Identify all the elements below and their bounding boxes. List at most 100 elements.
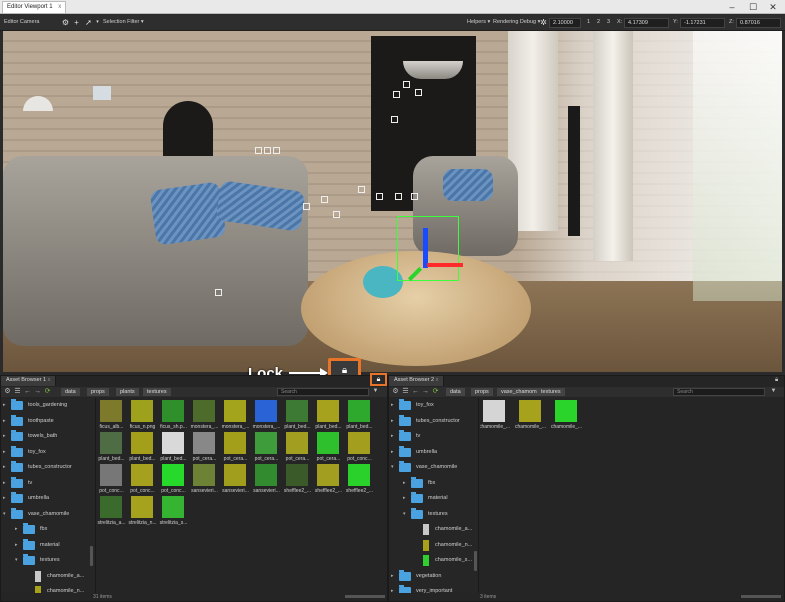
tree-item[interactable]: ▸ vegetation [389, 569, 478, 585]
chevron-down-icon[interactable]: ▾ [403, 511, 406, 517]
settings-gear-icon[interactable]: ⚙ [3, 387, 12, 396]
close-window-icon[interactable]: ✕ [765, 1, 781, 13]
tree-item[interactable]: ▾ vase_chamomile [1, 507, 95, 523]
filter-icon[interactable]: ▼ [769, 387, 778, 396]
tree-item[interactable]: ▸ fbx [1, 522, 95, 538]
tab-asset-browser-1[interactable]: Asset Browser 1 x [1, 376, 57, 386]
camera-selector[interactable]: Editor Camera [4, 19, 39, 25]
tree-item[interactable]: ▸ material [1, 538, 95, 554]
add-icon[interactable]: + [72, 18, 81, 27]
chevron-right-icon[interactable]: ▸ [3, 449, 6, 455]
node-icon[interactable] [333, 211, 340, 218]
node-icon[interactable] [273, 147, 280, 154]
tree-item[interactable]: chamomile_n... [389, 538, 478, 554]
asset-thumbnail[interactable]: chamomile_... [551, 400, 584, 437]
helpers-dropdown[interactable]: Helpers ▾ [467, 19, 490, 25]
chevron-down-icon[interactable]: ▾ [3, 511, 6, 517]
forward-arrow-icon[interactable]: → [421, 387, 430, 396]
tree-item[interactable]: ▸ tv [1, 476, 95, 492]
minimize-icon[interactable]: – [724, 1, 740, 13]
chevron-right-icon[interactable]: ▸ [403, 495, 406, 501]
selected-object-bounds[interactable] [397, 216, 459, 281]
tab-close-icon[interactable]: x [48, 377, 51, 383]
tree-item[interactable]: ▸ toothpaste [1, 414, 95, 430]
node-icon[interactable] [411, 193, 418, 200]
tree-item[interactable]: ▸ tools_gardening [1, 398, 95, 414]
chevron-right-icon[interactable]: ▸ [3, 495, 6, 501]
rendering-debug-dropdown[interactable]: Rendering Debug ▾ [493, 19, 540, 25]
chevron-right-icon[interactable]: ▸ [403, 480, 406, 486]
asset-thumbnail[interactable]: sansevieri... [222, 464, 253, 501]
page-3-button[interactable]: 3 [607, 19, 610, 25]
chevron-right-icon[interactable]: ▸ [391, 402, 394, 408]
node-icon[interactable] [255, 147, 262, 154]
chevron-down-icon[interactable]: ▾ [15, 557, 18, 563]
node-icon[interactable] [215, 289, 222, 296]
tab-asset-browser-2[interactable]: Asset Browser 2 x [389, 376, 445, 386]
breadcrumb-item[interactable]: props [471, 388, 493, 396]
camera-speed-field[interactable]: 2.10000 [549, 18, 581, 28]
chevron-right-icon[interactable]: ▸ [3, 402, 6, 408]
zoom-slider[interactable] [741, 595, 781, 598]
tab-close-icon[interactable]: x [436, 377, 439, 383]
y-coordinate-field[interactable]: -1.17231 [680, 18, 725, 28]
tree-item[interactable]: ▸ fbx [389, 476, 478, 492]
tree-item[interactable]: ▾ vase_chamomile [389, 460, 478, 476]
tree-item[interactable]: ▸ tubes_constructor [389, 414, 478, 430]
tree-item[interactable]: chamomile_a... [389, 522, 478, 538]
tree-item[interactable]: ▸ very_important [389, 584, 478, 593]
tree-view-icon[interactable]: ☰ [401, 387, 410, 396]
tree-item[interactable]: ▸ umbrella [389, 445, 478, 461]
chevron-right-icon[interactable]: ▸ [3, 433, 6, 439]
tree-item[interactable]: chamomile_s... [389, 553, 478, 569]
selection-filter-dropdown[interactable]: Selection Filter ▾ [103, 19, 144, 25]
refresh-icon[interactable]: ⟳ [431, 387, 440, 396]
settings-gear-icon[interactable]: ⚙ [61, 18, 70, 27]
x-coordinate-field[interactable]: 4.17309 [624, 18, 669, 28]
chevron-right-icon[interactable]: ▸ [391, 573, 394, 579]
node-icon[interactable] [303, 203, 310, 210]
asset-thumbnail[interactable]: shefflee2_... [315, 464, 346, 501]
z-coordinate-field[interactable]: 0.87016 [736, 18, 781, 28]
tab-close-icon[interactable]: x [58, 4, 61, 10]
chevron-right-icon[interactable]: ▸ [15, 526, 18, 532]
tree-item[interactable]: ▾ textures [389, 507, 478, 523]
tree-item[interactable]: ▸ tv [389, 429, 478, 445]
tree-scrollbar[interactable] [474, 551, 477, 571]
chevron-right-icon[interactable]: ▸ [391, 418, 394, 424]
breadcrumb-item[interactable]: plants [116, 388, 139, 396]
tree-item[interactable]: ▸ towels_bath [1, 429, 95, 445]
asset-thumbnail[interactable]: sansevieri... [191, 464, 222, 501]
chevron-right-icon[interactable]: ▸ [391, 449, 394, 455]
filter-icon[interactable]: ▼ [371, 387, 380, 396]
page-2-button[interactable]: 2 [597, 19, 600, 25]
node-icon[interactable] [403, 81, 410, 88]
tree-item[interactable]: ▾ textures [1, 553, 95, 569]
forward-arrow-icon[interactable]: → [33, 387, 42, 396]
asset-thumbnail[interactable]: chamomile_... [515, 400, 548, 437]
breadcrumb-item[interactable]: data [446, 388, 465, 396]
tree-item[interactable]: chamomile_n... [1, 584, 95, 593]
tab-editor-viewport[interactable]: Editor Viewport 1 x [2, 1, 67, 13]
asset-thumbnail[interactable]: strelitzia_a... [97, 496, 129, 533]
tree-item[interactable]: ▸ umbrella [1, 491, 95, 507]
tree-scrollbar[interactable] [90, 546, 93, 566]
search-input[interactable]: Search [673, 388, 765, 396]
gizmo-x-axis[interactable] [427, 263, 463, 267]
asset-thumbnail[interactable]: shefflee2_... [346, 464, 377, 501]
viewport-scene[interactable] [3, 31, 782, 372]
node-icon[interactable] [395, 193, 402, 200]
node-icon[interactable] [321, 196, 328, 203]
page-1-button[interactable]: 1 [587, 19, 590, 25]
tree-view-icon[interactable]: ☰ [13, 387, 22, 396]
asset-thumbnail[interactable]: strelitzia_n... [128, 496, 160, 533]
node-icon[interactable] [358, 186, 365, 193]
tree-item[interactable]: ▸ toy_fox [1, 445, 95, 461]
back-arrow-icon[interactable]: ← [411, 387, 420, 396]
chevron-down-icon[interactable]: ▾ [391, 464, 394, 470]
node-icon[interactable] [393, 91, 400, 98]
node-icon[interactable] [376, 193, 383, 200]
node-icon[interactable] [415, 89, 422, 96]
breadcrumb-item[interactable]: data [61, 388, 80, 396]
chevron-down-icon[interactable]: ▾ [93, 18, 102, 27]
